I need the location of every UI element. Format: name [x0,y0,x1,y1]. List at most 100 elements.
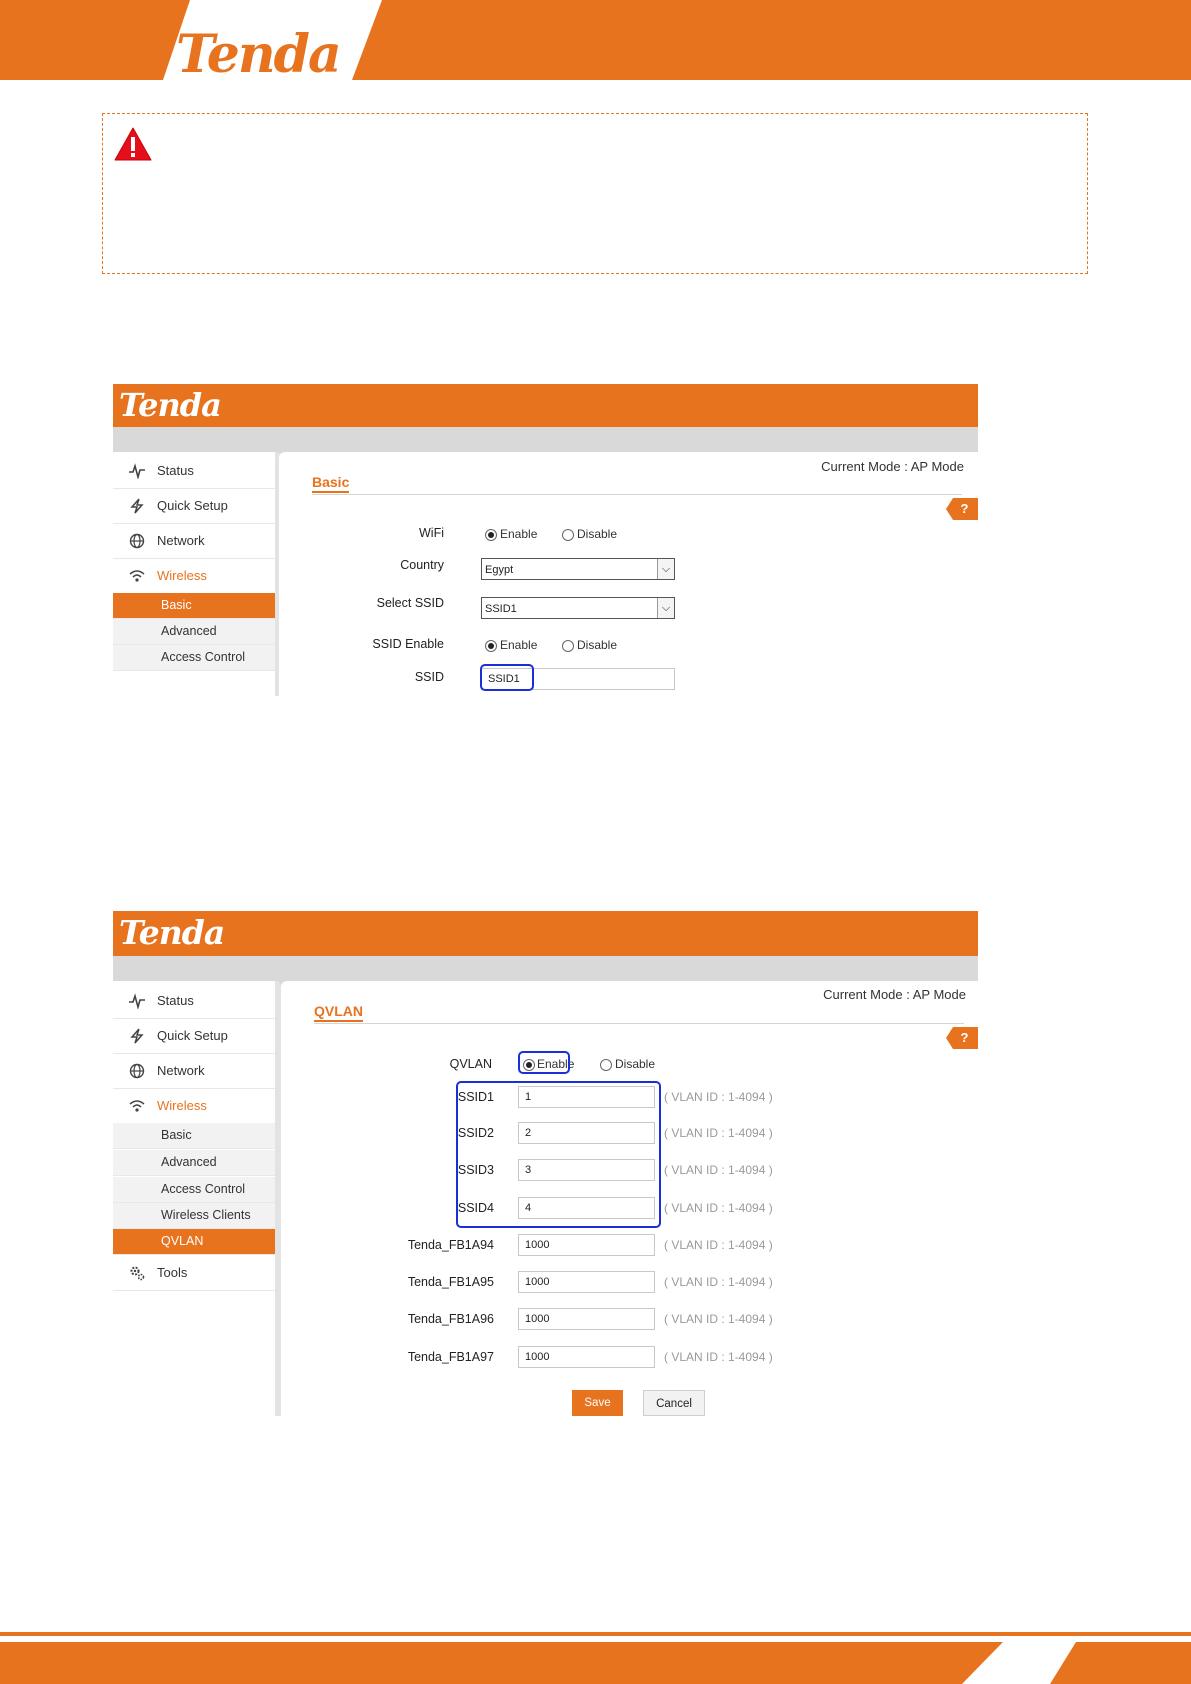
vlan-hint: ( VLAN ID : 1-4094 ) [664,1090,773,1104]
section-rule [312,494,962,495]
lightning-icon [130,1028,144,1044]
nav-label: Tools [157,1265,188,1280]
nav-label: Wireless [157,568,207,583]
nav-label: Status [157,463,194,478]
sidebar: Status Quick Setup Network Wireless Basi… [113,452,281,696]
wifi-enable-radio[interactable] [485,529,497,541]
ssid-vlan-highlight [456,1081,661,1228]
wifi-disable-radio[interactable] [562,529,574,541]
nav-label: Network [157,1063,205,1078]
nav-wireless[interactable]: Wireless [113,1089,275,1123]
vlan-id-input[interactable]: 1000 [518,1308,655,1330]
current-mode: Current Mode : AP Mode [821,459,964,474]
ssid-enable-radio[interactable] [485,640,497,652]
nav-quick-setup[interactable]: Quick Setup [113,1019,275,1054]
nav-tools[interactable]: Tools [113,1256,275,1291]
select-ssid-label: Select SSID [376,596,444,610]
qvlan-label: QVLAN [449,1057,492,1071]
help-button[interactable]: ? [946,498,978,520]
chevron-down-icon: ⌵ [657,559,674,579]
qvlan-enable-highlight [518,1051,570,1074]
wifi-disable-label: Disable [577,527,618,541]
section-rule [314,1023,964,1024]
vlan-hint: ( VLAN ID : 1-4094 ) [664,1201,773,1215]
subnav-advanced[interactable]: Advanced [113,619,275,645]
vlan-id-input[interactable]: 1000 [518,1346,655,1368]
vlan-id-input[interactable]: 1000 [518,1234,655,1256]
ssid-disable-label: Disable [577,638,618,652]
nav-label: Status [157,993,194,1008]
current-mode: Current Mode : AP Mode [823,987,966,1002]
country-label: Country [400,558,444,572]
qvlan-disable-label: Disable [615,1057,656,1071]
router-header: Tenda [113,384,978,427]
screenshot-qvlan: Tenda Status Quick Setup Network Wireles… [113,911,978,1416]
subnav-label: Access Control [161,1182,246,1196]
gears-icon [130,1266,145,1281]
select-ssid-value: SSID1 [485,603,517,615]
nav-quick-setup[interactable]: Quick Setup [113,489,275,524]
wifi-icon [129,1100,145,1112]
content-panel: Current Mode : AP Mode Basic ? WiFi Enab… [279,452,978,696]
vlan-hint: ( VLAN ID : 1-4094 ) [664,1350,773,1364]
subnav-advanced[interactable]: Advanced [113,1150,275,1176]
wifi-icon [129,570,145,582]
subnav-basic[interactable]: Basic [113,1123,275,1149]
nav-network[interactable]: Network [113,1054,275,1089]
subnav-wireless-clients[interactable]: Wireless Clients [113,1203,275,1229]
nav-status[interactable]: Status [113,454,275,489]
vlan-hint: ( VLAN ID : 1-4094 ) [664,1163,773,1177]
vlan-row-label: Tenda_FB1A97 [407,1350,494,1364]
vlan-hint: ( VLAN ID : 1-4094 ) [664,1275,773,1289]
nav-wireless[interactable]: Wireless [113,559,275,593]
help-button[interactable]: ? [946,1027,978,1049]
pulse-icon [129,993,145,1009]
vlan-hint: ( VLAN ID : 1-4094 ) [664,1126,773,1140]
screenshot-basic: Tenda Status Quick Setup Network Wireles… [113,384,978,696]
subnav-label: Access Control [161,650,246,664]
vlan-row-label: Tenda_FB1A94 [407,1238,494,1252]
sidebar: Status Quick Setup Network Wireless Basi… [113,981,281,1416]
chevron-down-icon: ⌵ [657,598,674,618]
nav-label: Network [157,533,205,548]
warning-box [102,113,1088,274]
wifi-label: WiFi [419,526,444,540]
globe-icon [129,1063,145,1079]
country-value: Egypt [485,564,514,576]
page-footer [0,1632,1191,1684]
subnav-label: Wireless Clients [161,1208,251,1222]
save-button[interactable]: Save [572,1390,623,1416]
cancel-button[interactable]: Cancel [643,1390,705,1416]
page-logo: Tenda [176,24,340,80]
ssid-highlight [480,664,534,691]
warning-triangle-icon [114,127,152,161]
globe-icon [129,533,145,549]
lightning-icon [130,498,144,514]
vlan-hint: ( VLAN ID : 1-4094 ) [664,1312,773,1326]
subnav-access-control[interactable]: Access Control [113,1177,275,1203]
nav-network[interactable]: Network [113,524,275,559]
subnav-access-control[interactable]: Access Control [113,645,275,671]
vlan-row-label: Tenda_FB1A96 [407,1312,494,1326]
subnav-label: Advanced [161,1155,217,1169]
ssid-enable-on-label: Enable [500,638,538,652]
section-title: QVLAN [314,1003,363,1022]
router-logo: Tenda [119,913,225,952]
ssid-label: SSID [414,670,444,684]
subnav-qvlan[interactable]: QVLAN [113,1229,275,1255]
nav-status[interactable]: Status [113,984,275,1019]
vlan-id-input[interactable]: 1000 [518,1271,655,1293]
subnav-basic[interactable]: Basic [113,593,275,619]
ssid-enable-label: SSID Enable [372,637,444,651]
subnav-label: Basic [161,1128,192,1142]
country-select[interactable]: Egypt ⌵ [481,558,675,580]
page-header: Tenda [0,0,1191,80]
nav-label: Wireless [157,1098,207,1113]
nav-label: Quick Setup [157,1028,228,1043]
subnav-label: Basic [161,598,192,612]
select-ssid-dropdown[interactable]: SSID1 ⌵ [481,597,675,619]
subnav-label: QVLAN [161,1234,204,1248]
qvlan-disable-radio[interactable] [600,1059,612,1071]
ssid-disable-radio[interactable] [562,640,574,652]
section-title: Basic [312,474,350,493]
